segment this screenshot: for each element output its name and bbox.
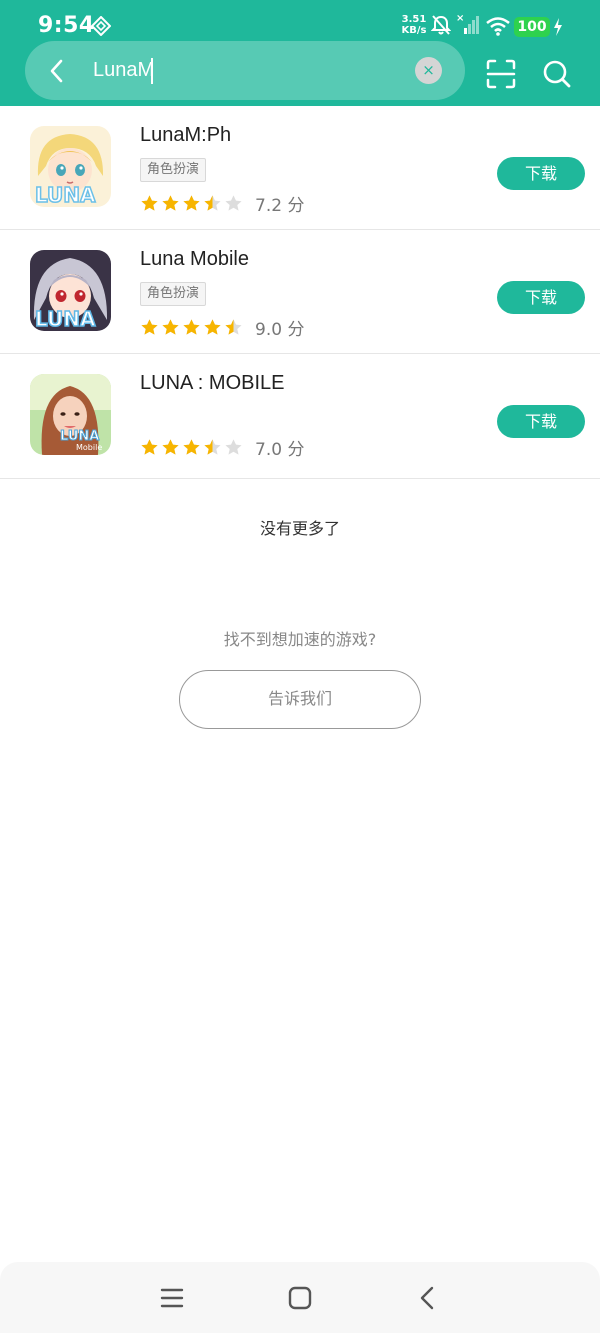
star-icon [183,194,200,211]
app-icon-lunam-ph[interactable]: LUNA [30,126,111,207]
text-caret [151,58,153,84]
list-item[interactable]: LUNA LunaM:Ph 角色扮演 7.2 分 下载 [0,106,600,230]
star-icon [162,318,179,335]
signal-icon: × [456,13,479,34]
system-nav-bar [0,1262,600,1333]
menu-icon[interactable] [158,1284,186,1312]
list-item[interactable]: LUNA Mobile LUNA : MOBILE 7.0 分 下载 [0,354,600,479]
svg-text:LUNA: LUNA [35,183,96,207]
star-icon [204,194,221,211]
star-icon [225,194,242,211]
header-bar: 9:54 3.51 KB/s × 100 LunaM × [0,0,600,106]
status-bar: 9:54 3.51 KB/s × 100 [0,0,600,40]
star-icon [183,318,200,335]
app-icon-luna-mobile[interactable]: LUNA [30,250,111,331]
search-bar[interactable] [25,41,465,100]
download-button[interactable]: 下载 [497,281,585,314]
download-button[interactable]: 下载 [497,405,585,438]
star-icon [162,194,179,211]
star-icon [183,438,200,455]
svg-text:×: × [456,13,464,24]
star-icon [225,438,242,455]
data-saver-diamond-icon [91,16,111,36]
star-icon [204,438,221,455]
score-text: 9.0 分 [255,319,305,340]
net-speed-value: 3.51 [401,14,427,25]
no-more-text: 没有更多了 [259,519,340,538]
back-arrow-icon[interactable] [44,56,70,86]
list-item[interactable]: LUNA Luna Mobile 角色扮演 9.0 分 下载 [0,230,600,354]
star-rating [140,318,243,337]
home-square-icon[interactable] [286,1284,314,1312]
cant-find-text: 找不到想加速的游戏? [223,630,377,649]
status-time: 9:54 [38,13,95,38]
score-text: 7.2 分 [255,195,305,216]
rating: 9.0 分 [140,316,305,340]
app-icon-luna-mobile-2[interactable]: LUNA Mobile [30,374,111,455]
star-icon [204,318,221,335]
svg-text:LUNA: LUNA [35,307,96,331]
genre-tag: 角色扮演 [140,158,207,182]
score-text: 7.0 分 [255,439,305,460]
star-icon [141,438,158,455]
anime-girl-silver-icon: LUNA [30,250,111,331]
app-name: LUNA : MOBILE [140,372,285,394]
net-speed: 3.51 KB/s [400,14,428,36]
svg-text:Mobile: Mobile [76,443,102,452]
star-rating [140,438,243,457]
clear-search-button[interactable]: × [415,57,442,84]
svg-text:LUNA: LUNA [60,429,99,444]
wifi-icon [486,17,510,36]
download-button[interactable]: 下载 [497,157,585,190]
star-rating [140,194,243,213]
star-icon [162,438,179,455]
star-icon [141,318,158,335]
scan-icon[interactable] [486,59,516,89]
star-icon [225,318,242,335]
rating: 7.0 分 [140,436,305,460]
portrait-woman-icon: LUNA Mobile [30,374,111,455]
app-name: LunaM:Ph [140,124,232,146]
search-input[interactable]: LunaM [93,59,154,82]
anime-girl-blonde-icon: LUNA [30,126,111,207]
battery-indicator: 100 [514,17,550,37]
net-speed-unit: KB/s [401,25,427,36]
mute-bell-icon [431,15,451,35]
search-icon[interactable] [542,59,572,89]
back-chevron-icon[interactable] [414,1284,442,1312]
rating: 7.2 分 [140,192,305,216]
app-name: Luna Mobile [140,248,249,270]
tell-us-button[interactable]: 告诉我们 [179,670,421,729]
star-icon [141,194,158,211]
charging-bolt-icon [554,18,562,36]
genre-tag: 角色扮演 [140,282,207,306]
